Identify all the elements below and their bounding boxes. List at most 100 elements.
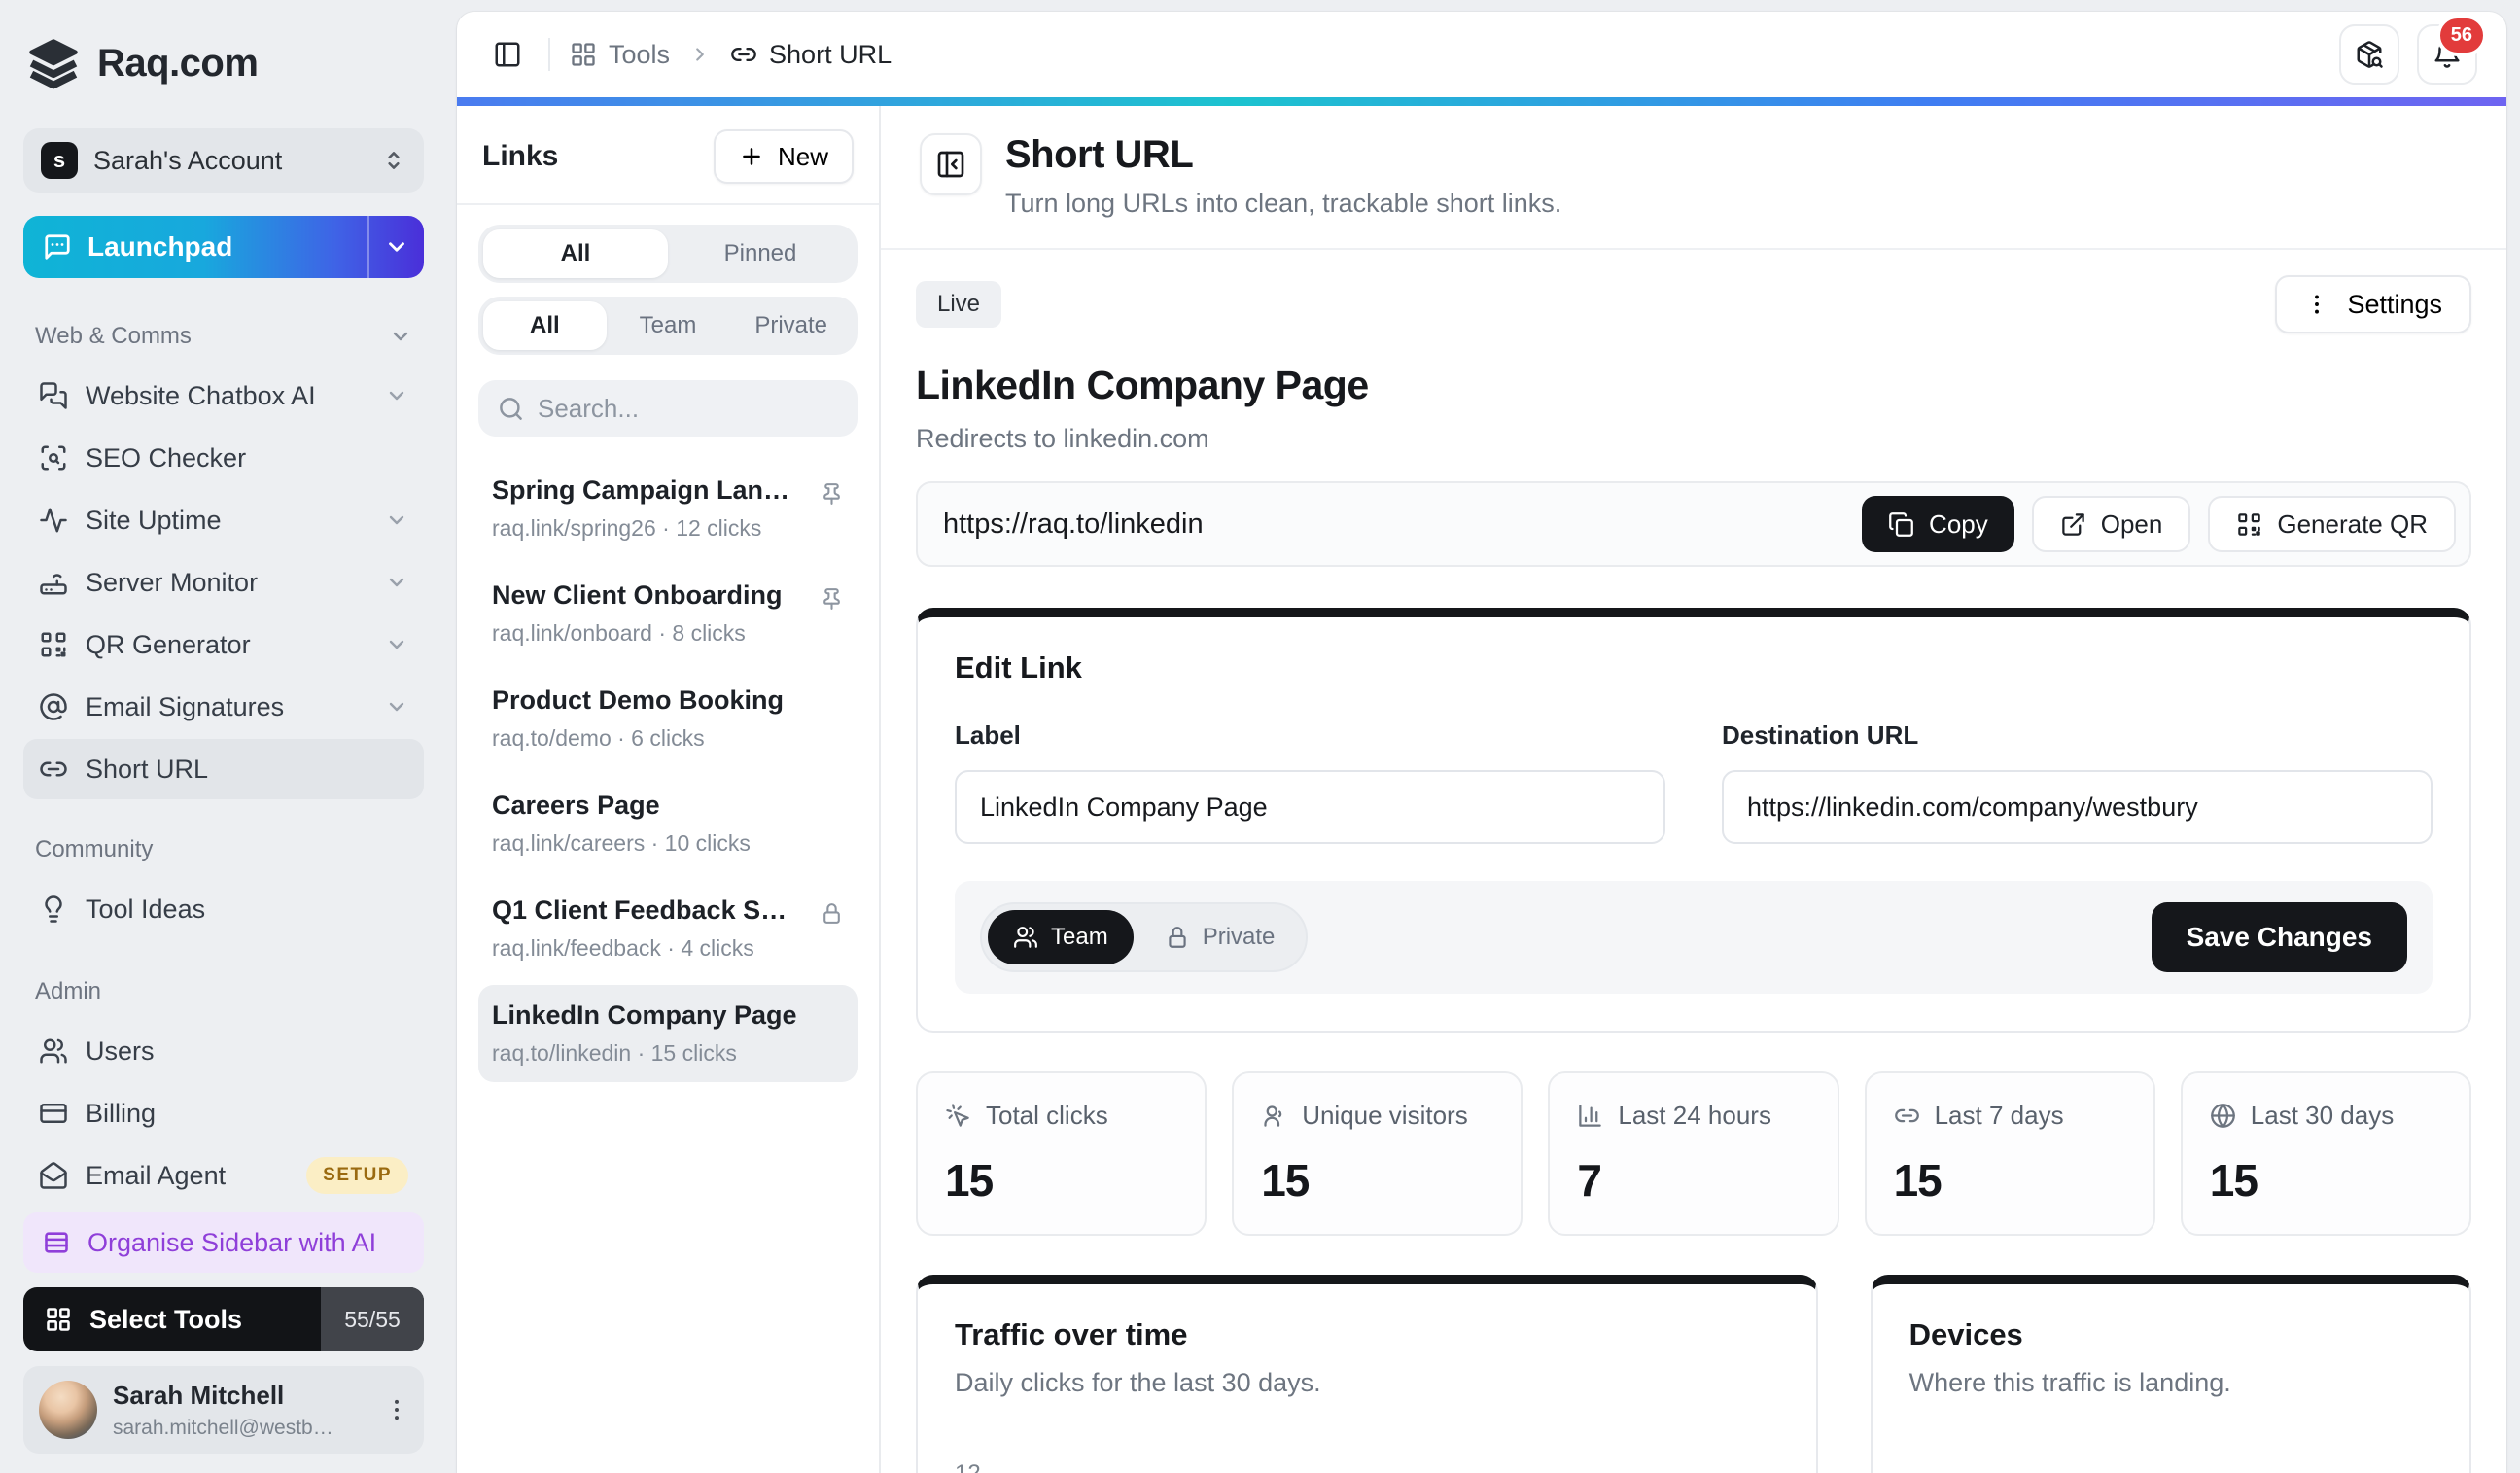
chevron-down-icon [389, 325, 412, 348]
traffic-over-time-card: Traffic over time Daily clicks for the l… [916, 1275, 1818, 1473]
lock-icon [1165, 925, 1190, 950]
sidebar-item-website-chatbox-ai[interactable]: Website Chatbox AI [23, 366, 424, 426]
section-community: Community [23, 836, 424, 863]
main-panel: Tools Short URL 56 Lin [457, 12, 2506, 1473]
tab-scope-team[interactable]: Team [607, 301, 730, 350]
tab-scope-private[interactable]: Private [729, 301, 853, 350]
lightbulb-icon [39, 894, 68, 924]
sidebar-item-users[interactable]: Users [23, 1021, 424, 1081]
pin-icon [820, 481, 844, 506]
team-toggle-label: Team [1051, 924, 1108, 951]
sidebar-item-site-uptime[interactable]: Site Uptime [23, 490, 424, 550]
link-item-title: Careers Page [492, 790, 844, 821]
link-item-linkedin-company-page[interactable]: LinkedIn Company Page raq.to/linkedin · … [478, 985, 858, 1082]
topbar-divider [548, 38, 550, 71]
launchpad-expand-button[interactable] [368, 216, 424, 278]
save-changes-button[interactable]: Save Changes [2152, 902, 2407, 972]
section-web-comms[interactable]: Web & Comms [23, 323, 424, 350]
destination-url-field[interactable] [1722, 770, 2432, 844]
stats-row: Total clicks 15 Unique visitors 15 [916, 1071, 2471, 1236]
edit-link-card: Edit Link Label Destination URL [916, 608, 2471, 1033]
stat-head: Last 7 days [1894, 1101, 2126, 1131]
launchpad-label: Launchpad [88, 231, 232, 263]
select-tools-button[interactable]: Select Tools 55/55 [23, 1287, 424, 1351]
stat-label: Last 24 hours [1618, 1101, 1771, 1131]
account-switcher[interactable]: s Sarah's Account [23, 128, 424, 193]
label-field[interactable] [955, 770, 1665, 844]
links-title: Links [482, 140, 558, 173]
new-link-button[interactable]: New [714, 129, 854, 184]
section-admin: Admin [23, 978, 424, 1005]
breadcrumb-tools[interactable]: Tools [570, 40, 670, 70]
link-item-meta: raq.link/spring26 · 12 clicks [492, 515, 844, 542]
link-list: Spring Campaign Landing P... raq.link/sp… [478, 460, 858, 1082]
organise-sidebar-ai-button[interactable]: Organise Sidebar with AI [23, 1212, 424, 1273]
stat-label: Last 7 days [1935, 1101, 2064, 1131]
link-item-careers-page[interactable]: Careers Page raq.link/careers · 10 click… [478, 775, 858, 872]
kebab-menu-icon[interactable] [383, 1396, 410, 1423]
tool-header: Short URL Turn long URLs into clean, tra… [916, 106, 2471, 248]
status-row: Live Settings [916, 275, 2471, 333]
tool-header-texts: Short URL Turn long URLs into clean, tra… [1005, 133, 1561, 219]
user-menu[interactable]: Sarah Mitchell sarah.mitchell@westbur... [23, 1366, 424, 1454]
sidebar-item-billing[interactable]: Billing [23, 1083, 424, 1143]
breadcrumb-tools-label: Tools [609, 40, 670, 70]
link-item-spring-campaign[interactable]: Spring Campaign Landing P... raq.link/sp… [478, 460, 858, 557]
admin-nav: Users Billing Email Agent SETUP [23, 1021, 424, 1206]
short-url-value: https://raq.to/linkedin [943, 509, 1844, 541]
charts-row: Traffic over time Daily clicks for the l… [916, 1275, 2471, 1473]
sidebar-item-email-signatures[interactable]: Email Signatures [23, 677, 424, 737]
sidebar-footer: Organise Sidebar with AI Select Tools 55… [23, 1212, 424, 1454]
copy-button[interactable]: Copy [1862, 496, 2014, 552]
sidebar-item-short-url[interactable]: Short URL [23, 739, 424, 799]
chevron-down-icon [385, 571, 408, 594]
stat-value: 15 [1261, 1154, 1493, 1207]
short-url-app-icon [920, 133, 982, 195]
select-tools-main[interactable]: Select Tools [23, 1287, 321, 1351]
main-content: Short URL Turn long URLs into clean, tra… [881, 106, 2506, 1473]
links-search[interactable] [478, 380, 858, 437]
link-item-title: LinkedIn Company Page [492, 1000, 844, 1031]
user-avatar [39, 1381, 97, 1439]
sidebar-toggle-button[interactable] [486, 33, 529, 76]
traffic-chart-title: Traffic over time [955, 1317, 1779, 1352]
generate-qr-button[interactable]: Generate QR [2208, 496, 2456, 552]
notifications-button[interactable]: 56 [2417, 24, 2477, 85]
brand-logo: Raq.com [27, 37, 420, 89]
tab-scope-all[interactable]: All [483, 301, 607, 350]
sidebar-item-seo-checker[interactable]: SEO Checker [23, 428, 424, 488]
stat-head: Last 24 hours [1577, 1101, 1809, 1131]
launchpad-button[interactable]: Launchpad [23, 216, 424, 278]
sidebar-item-label: Short URL [86, 754, 208, 785]
sidebar-item-server-monitor[interactable]: Server Monitor [23, 552, 424, 613]
open-button[interactable]: Open [2032, 496, 2191, 552]
link-item-title: Spring Campaign Landing P... [492, 475, 844, 506]
link-item-new-client-onboarding[interactable]: New Client Onboarding raq.link/onboard ·… [478, 565, 858, 662]
private-toggle[interactable]: Private [1139, 910, 1301, 964]
team-toggle[interactable]: Team [988, 910, 1134, 964]
link-item-meta: raq.link/careers · 10 clicks [492, 830, 844, 857]
sidebar-item-tool-ideas[interactable]: Tool Ideas [23, 879, 424, 939]
sidebar-item-qr-generator[interactable]: QR Generator [23, 614, 424, 675]
package-search-button[interactable] [2339, 24, 2399, 85]
launchpad-main[interactable]: Launchpad [23, 216, 368, 278]
link-item-product-demo-booking[interactable]: Product Demo Booking raq.to/demo · 6 cli… [478, 670, 858, 767]
link-item-q1-feedback-survey[interactable]: Q1 Client Feedback Survey raq.link/feedb… [478, 880, 858, 977]
page-title: LinkedIn Company Page [916, 363, 2471, 408]
topbar-actions: 56 [2339, 24, 2477, 85]
stat-value: 15 [1894, 1154, 2126, 1207]
sidebar-item-label: Billing [86, 1099, 156, 1129]
grid-icon [570, 41, 597, 68]
link-item-title: Product Demo Booking [492, 685, 844, 716]
copy-label: Copy [1929, 509, 1988, 540]
mail-icon [39, 1161, 68, 1190]
tab-pinned-links[interactable]: Pinned [668, 229, 853, 278]
chart-column-icon [1577, 1103, 1603, 1129]
tab-all-links[interactable]: All [483, 229, 668, 278]
settings-button[interactable]: Settings [2275, 275, 2471, 333]
grid-icon [45, 1306, 72, 1333]
new-link-label: New [778, 142, 828, 172]
sidebar-item-label: Tool Ideas [86, 894, 205, 925]
search-input[interactable] [538, 394, 838, 424]
sidebar-item-email-agent[interactable]: Email Agent SETUP [23, 1145, 424, 1206]
